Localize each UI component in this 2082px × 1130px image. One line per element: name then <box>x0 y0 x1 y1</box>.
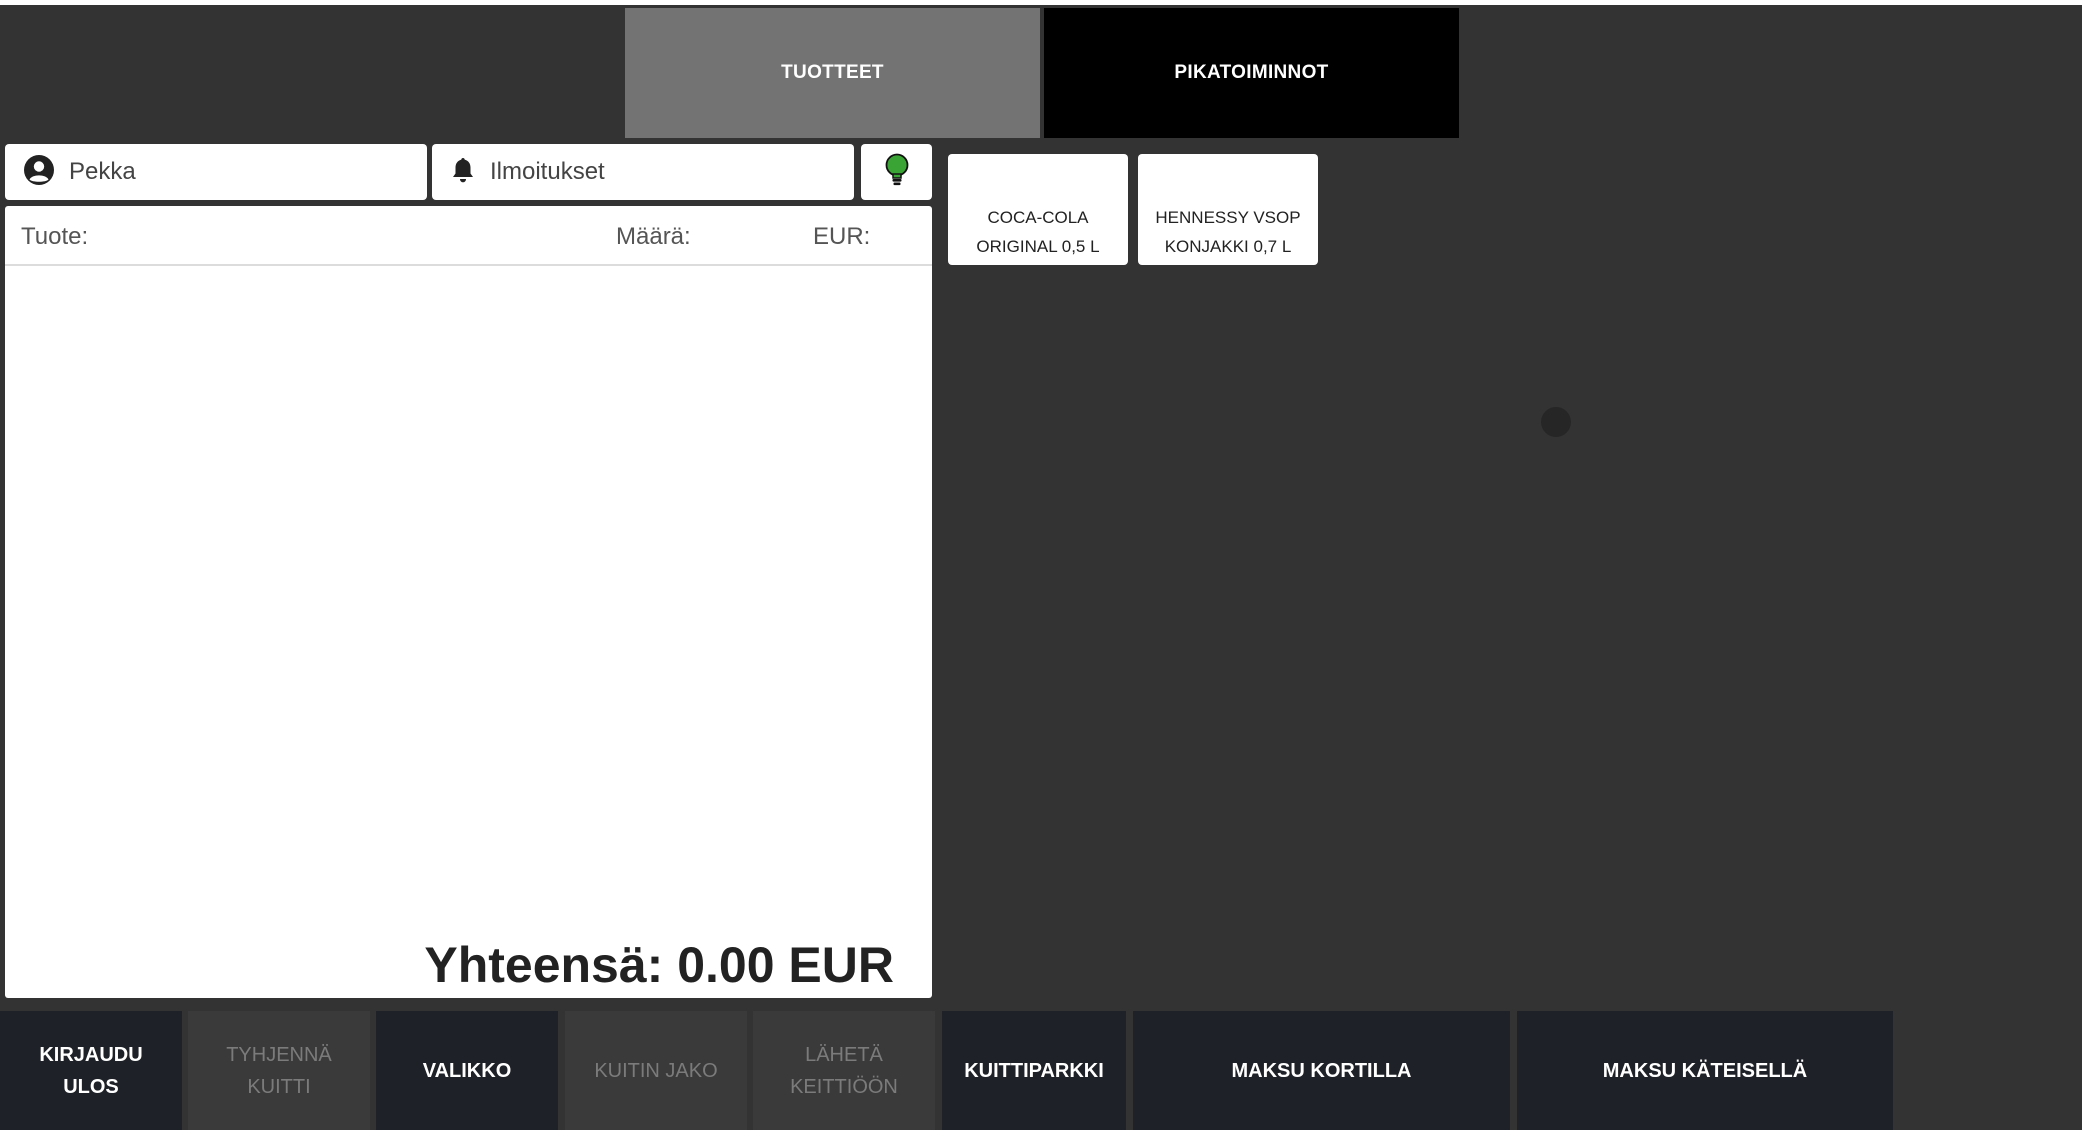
lightbulb-icon <box>884 153 910 192</box>
pay-by-cash-button[interactable]: MAKSU KÄTEISELLÄ <box>1517 1011 1893 1130</box>
notifications-field[interactable]: Ilmoitukset <box>432 144 854 200</box>
column-eur: EUR: <box>813 223 871 250</box>
cursor-dot <box>1541 407 1571 437</box>
column-quantity: Määrä: <box>616 223 691 250</box>
send-to-kitchen-button[interactable]: LÄHETÄ KEITTIÖÖN <box>753 1011 935 1130</box>
clear-receipt-button[interactable]: TYHJENNÄ KUITTI <box>188 1011 370 1130</box>
status-indicator[interactable] <box>861 144 932 200</box>
bell-icon <box>450 156 476 189</box>
product-button-hennessy[interactable]: HENNESSY VSOP KONJAKKI 0,7 L <box>1138 154 1318 265</box>
top-border <box>0 0 2082 5</box>
notifications-label: Ilmoitukset <box>490 158 605 185</box>
receipt-park-button[interactable]: KUITTIPARKKI <box>942 1011 1126 1130</box>
receipt-panel: Tuote: Määrä: EUR: Yhteensä: 0.00 EUR <box>5 206 932 998</box>
tab-quick-actions[interactable]: PIKATOIMINNOT <box>1044 8 1459 138</box>
split-receipt-button[interactable]: KUITIN JAKO <box>565 1011 747 1130</box>
product-button-coca-cola[interactable]: COCA-COLA ORIGINAL 0,5 L <box>948 154 1128 265</box>
column-product: Tuote: <box>21 223 89 250</box>
receipt-total: Yhteensä: 0.00 EUR <box>424 937 894 993</box>
menu-button[interactable]: VALIKKO <box>376 1011 558 1130</box>
pay-by-card-button[interactable]: MAKSU KORTILLA <box>1133 1011 1510 1130</box>
user-field[interactable]: Pekka <box>5 144 427 200</box>
user-name: Pekka <box>69 158 136 185</box>
user-circle-icon <box>23 154 55 191</box>
tab-products[interactable]: TUOTTEET <box>625 8 1040 138</box>
logout-button[interactable]: KIRJAUDU ULOS <box>0 1011 182 1130</box>
receipt-header: Tuote: Määrä: EUR: <box>5 206 932 266</box>
